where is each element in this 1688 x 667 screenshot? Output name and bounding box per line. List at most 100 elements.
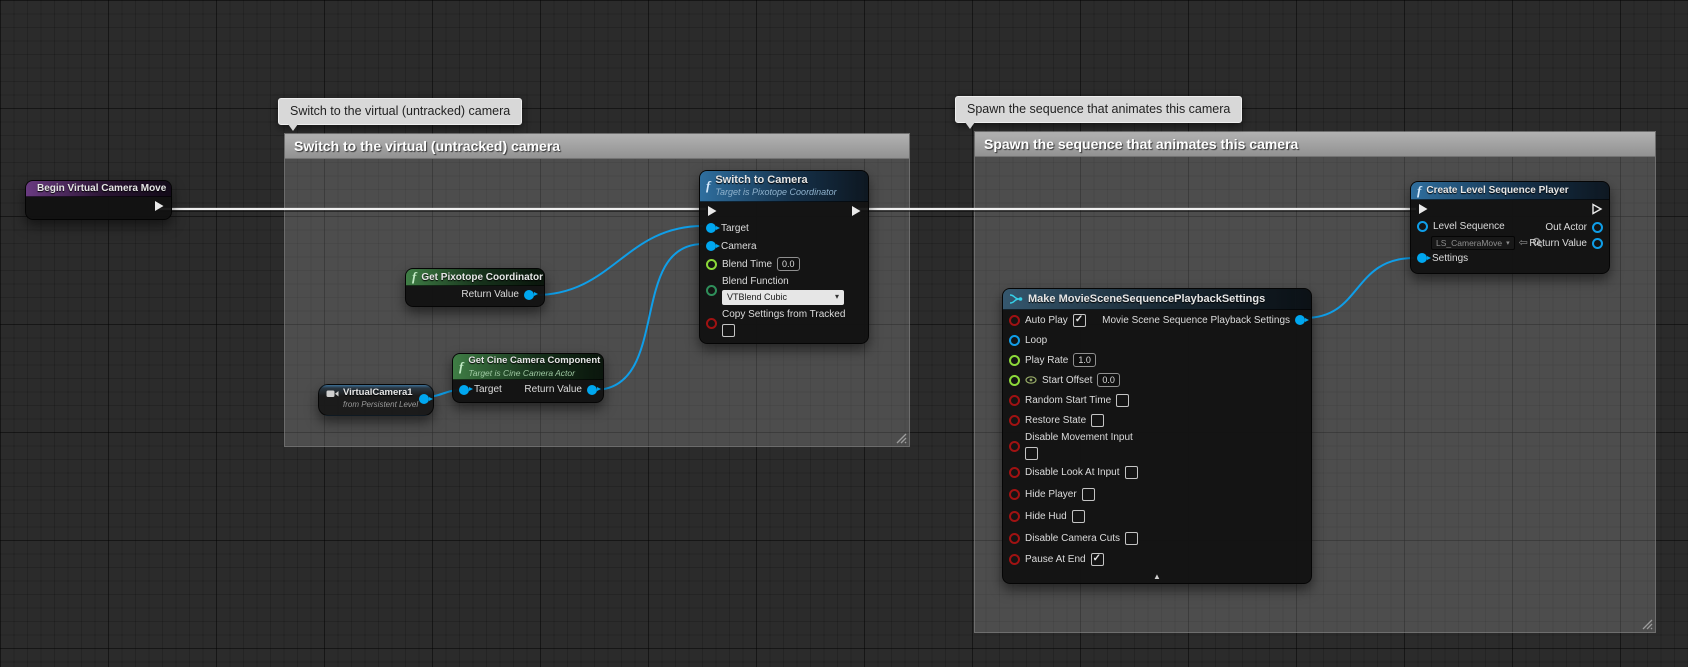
function-icon: f [706,180,710,192]
disable-camera-cuts-checkbox[interactable] [1125,532,1138,545]
use-selected-asset-icon[interactable]: ⇦ [1519,238,1528,248]
node-make-playback-settings[interactable]: Make MovieSceneSequencePlaybackSettings … [1002,288,1312,584]
hide-hud-pin[interactable] [1009,511,1020,522]
play-rate-pin[interactable] [1009,355,1020,366]
chevron-down-icon: ▾ [835,291,839,303]
function-icon: f [412,271,416,283]
auto-play-pin[interactable] [1009,315,1020,326]
restore-state-checkbox[interactable] [1091,414,1104,427]
settings-pin[interactable] [1417,253,1427,263]
exec-out-pin[interactable] [153,200,165,212]
make-struct-icon [1009,293,1023,305]
node-subtitle: Target is Cine Camera Actor [468,367,600,379]
node-create-level-sequence-player[interactable]: f Create Level Sequence Player Level Seq… [1410,181,1610,274]
pin-label: Pause At End [1025,554,1086,565]
comment-spawn-sequence-title[interactable]: Spawn the sequence that animates this ca… [975,132,1655,157]
pin-label: Movie Scene Sequence Playback Settings [1102,315,1290,326]
settings-out-pin[interactable] [1295,315,1305,325]
pin-label: Disable Movement Input [1025,432,1133,444]
function-icon: f [459,361,463,373]
pin-label: Disable Camera Cuts [1025,533,1120,544]
node-title: Switch to Camera [715,174,836,186]
hide-hud-checkbox[interactable] [1072,510,1085,523]
pin-label: Out Actor [1545,222,1587,233]
pin-label: Loop [1025,335,1047,346]
disable-movement-input-pin[interactable] [1009,441,1020,452]
eye-icon [1025,376,1037,384]
target-pin[interactable] [706,223,716,233]
camera-pin[interactable] [706,241,716,251]
node-subtitle: Target is Pixotope Coordinator [715,186,836,198]
pin-label: Blend Function [722,276,844,288]
exec-out-pin[interactable] [1591,203,1603,215]
node-title: Get Pixotope Coordinator [421,272,543,283]
disable-look-at-input-checkbox[interactable] [1125,466,1138,479]
node-get-pixotope-coordinator[interactable]: f Get Pixotope Coordinator Return Value [405,268,545,307]
pin-label: Target [721,223,749,234]
pin-label: Hide Player [1025,489,1077,500]
comment-tooltip: Spawn the sequence that animates this ca… [955,96,1242,123]
pin-label: Return Value [461,289,519,300]
auto-play-checkbox[interactable] [1073,314,1086,327]
pin-label: Return Value [1529,238,1587,249]
random-start-time-pin[interactable] [1009,395,1020,406]
disable-movement-input-checkbox[interactable] [1025,447,1038,460]
node-get-cine-camera-component[interactable]: f Get Cine Camera Component Target is Ci… [452,353,604,403]
comment-resize-grip[interactable] [1640,617,1653,630]
node-subtitle: from Persistent Level [343,400,418,409]
object-out-pin[interactable] [419,394,429,404]
exec-out-pin[interactable] [850,205,862,217]
restore-state-pin[interactable] [1009,415,1020,426]
level-sequence-asset-picker[interactable]: LS_CameraMove ▾ [1431,236,1515,250]
play-rate-input[interactable]: 1.0 [1073,353,1096,367]
node-switch-to-camera[interactable]: f Switch to Camera Target is Pixotope Co… [699,170,869,344]
pin-label: Hide Hud [1025,511,1067,522]
pin-label: Copy Settings from Tracked [722,309,845,321]
copy-settings-checkbox[interactable] [722,324,735,337]
copy-settings-pin[interactable] [706,318,717,329]
pause-at-end-checkbox[interactable] [1091,553,1104,566]
node-title: Begin Virtual Camera Move [37,183,166,194]
hide-player-pin[interactable] [1009,489,1020,500]
node-title: Make MovieSceneSequencePlaybackSettings [1028,293,1265,305]
pin-label: Camera [721,241,757,252]
blend-function-pin[interactable] [706,285,717,296]
return-value-pin[interactable] [587,385,597,395]
pin-label: Settings [1432,253,1468,264]
return-value-pin[interactable] [1592,238,1603,249]
blend-time-pin[interactable] [706,259,717,270]
disable-look-at-input-pin[interactable] [1009,467,1020,478]
out-actor-pin[interactable] [1592,222,1603,233]
loop-pin[interactable] [1009,335,1020,346]
start-offset-input[interactable]: 0.0 [1097,373,1120,387]
blueprint-canvas[interactable]: Switch to the virtual (untracked) camera… [0,0,1688,667]
comment-switch-camera-title[interactable]: Switch to the virtual (untracked) camera [285,134,909,159]
hide-player-checkbox[interactable] [1082,488,1095,501]
node-title: Create Level Sequence Player [1426,185,1568,196]
camera-icon [326,389,339,398]
chevron-down-icon: ▾ [1506,239,1510,247]
blend-time-input[interactable]: 0.0 [777,257,800,271]
function-icon: f [1417,185,1421,197]
pause-at-end-pin[interactable] [1009,554,1020,565]
pin-label: Level Sequence [1433,221,1505,232]
exec-in-pin[interactable] [706,205,718,217]
collapse-advanced-arrow[interactable]: ▲ [1003,570,1311,583]
return-value-pin[interactable] [524,290,534,300]
exec-in-pin[interactable] [1417,203,1429,215]
node-title: Get Cine Camera Component [468,355,600,367]
node-virtual-camera-reference[interactable]: VirtualCamera1 from Persistent Level [318,384,434,416]
pin-label: Start Offset [1042,375,1092,386]
start-offset-pin[interactable] [1009,375,1020,386]
comment-resize-grip[interactable] [894,431,907,444]
random-start-time-checkbox[interactable] [1116,394,1129,407]
pin-label: Auto Play [1025,315,1068,326]
blend-function-dropdown[interactable]: VTBlend Cubic ▾ [722,290,844,305]
pin-label: Play Rate [1025,355,1068,366]
node-begin-virtual-camera-move[interactable]: Begin Virtual Camera Move [25,180,172,220]
target-pin[interactable] [459,385,469,395]
comment-tooltip: Switch to the virtual (untracked) camera [278,98,522,125]
pin-label: Restore State [1025,415,1086,426]
level-sequence-pin[interactable] [1417,221,1428,232]
disable-camera-cuts-pin[interactable] [1009,533,1020,544]
